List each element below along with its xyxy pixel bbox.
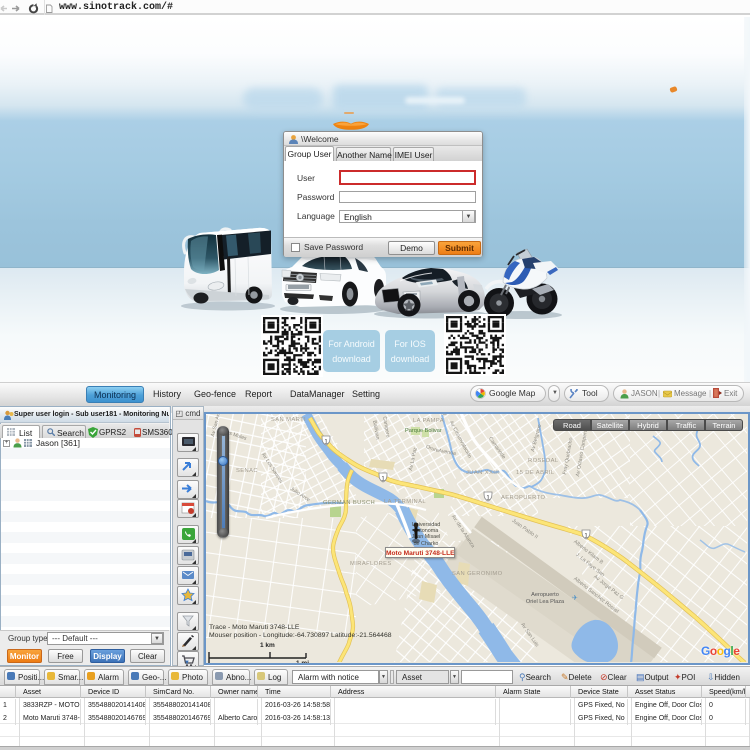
- svg-text:1 km: 1 km: [260, 642, 275, 649]
- svg-text:1 mi: 1 mi: [296, 660, 309, 663]
